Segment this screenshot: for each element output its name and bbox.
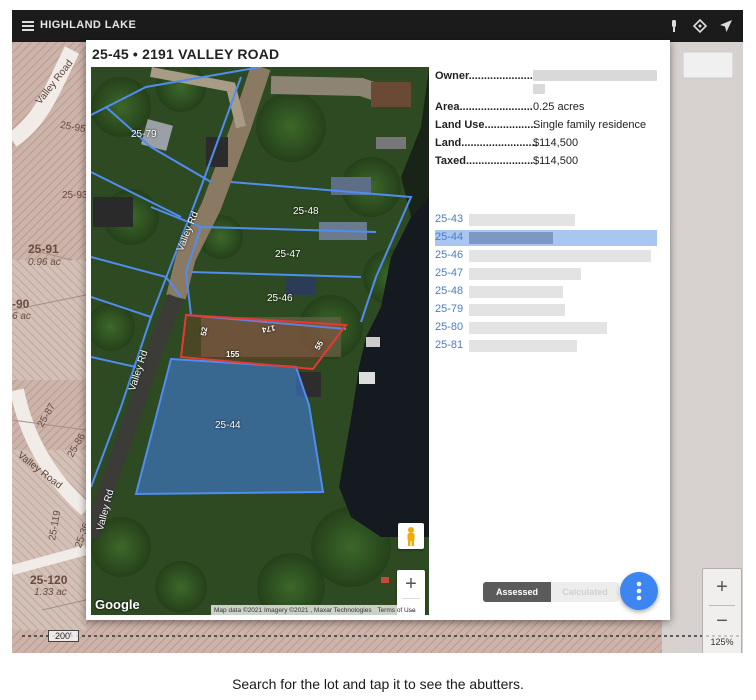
scale-label: 200': [48, 630, 79, 642]
abutter-name-redacted: [469, 268, 581, 280]
zoom-in-button[interactable]: +: [703, 577, 741, 597]
abutter-id-link[interactable]: 25-81: [435, 339, 463, 351]
detail-value: Single family residence: [533, 119, 647, 131]
abutter-item[interactable]: 25-43: [435, 212, 657, 228]
lot-detail-card: 25-45 • 2191 VALLEY ROAD 25-79 25-48 25-…: [86, 40, 670, 620]
abutter-item[interactable]: 25-81: [435, 338, 657, 354]
aerial-lot-label: 25-44: [215, 420, 241, 431]
zoom-percent: 125%: [710, 637, 734, 647]
app-top-bar: HIGHLAND LAKE: [12, 10, 743, 42]
abutter-name-redacted: [469, 286, 563, 298]
background-lot-area: 0.96 ac: [28, 257, 61, 268]
caption-text: Search for the lot and tap it to see the…: [232, 676, 524, 692]
assessed-calculated-toggle: Assessed Calculated: [483, 582, 619, 602]
background-lot-label: 25-91: [28, 242, 59, 256]
aerial-lot-label: 25-46: [267, 293, 293, 304]
background-lot-area: 1.33 ac: [34, 587, 67, 598]
abutter-name-redacted: [469, 304, 565, 316]
abutter-item[interactable]: 25-46: [435, 248, 657, 264]
abutter-item-selected[interactable]: 25-44: [435, 230, 657, 246]
attribution-text: Map data ©2021 Imagery ©2021 , Maxar Tec…: [214, 607, 372, 614]
abutter-id-link[interactable]: 25-44: [435, 231, 463, 243]
detail-key: Owner.......................: [435, 70, 539, 82]
detail-key: Taxed......................: [435, 155, 534, 167]
aerial-zoom-in-button[interactable]: +: [397, 573, 425, 595]
zoom-out-button[interactable]: −: [703, 611, 741, 631]
background-zoom-control: + − 125%: [702, 568, 742, 653]
abutter-name-redacted: [469, 322, 607, 334]
pin-icon[interactable]: [666, 18, 682, 34]
detail-value: $114,500: [533, 155, 579, 167]
detail-value: 0.25 acres: [533, 101, 585, 113]
background-lot-label: 25-93: [62, 190, 88, 201]
google-logo: Google: [95, 597, 140, 612]
abutter-id-link[interactable]: 25-46: [435, 249, 463, 261]
lot-title: 25-45 • 2191 VALLEY ROAD: [92, 46, 280, 62]
locate-icon[interactable]: [692, 18, 708, 34]
abutter-id-link[interactable]: 25-47: [435, 267, 463, 279]
lot-dimension-label: 155: [226, 350, 240, 359]
more-vert-icon: [636, 581, 642, 601]
terms-of-use-link[interactable]: Terms of Use: [377, 607, 415, 614]
zoom-divider: [709, 605, 735, 606]
abutter-name-redacted: [469, 340, 577, 352]
street-view-pegman-button[interactable]: [398, 523, 424, 549]
detail-key: Land.........................: [435, 137, 538, 149]
abutter-name-redacted: [469, 250, 651, 262]
abutter-name-redacted: [469, 214, 575, 226]
abutter-item[interactable]: 25-79: [435, 302, 657, 318]
zoom-divider: [402, 598, 420, 599]
pegman-icon: [407, 527, 415, 546]
assessed-toggle-option[interactable]: Assessed: [483, 582, 551, 602]
abutter-item[interactable]: 25-80: [435, 320, 657, 336]
aerial-imagery[interactable]: [91, 67, 429, 615]
aerial-lot-label: 25-79: [131, 129, 157, 140]
more-options-fab[interactable]: [620, 572, 658, 610]
detail-key: Area........................: [435, 101, 533, 113]
abutter-name-redacted: [469, 232, 553, 244]
calculated-toggle-option[interactable]: Calculated: [551, 582, 619, 602]
detail-value: $114,500: [533, 137, 579, 149]
lot-dimension-label: 52: [199, 326, 210, 337]
abutter-id-link[interactable]: 25-79: [435, 303, 463, 315]
abutter-item[interactable]: 25-48: [435, 284, 657, 300]
abutter-item[interactable]: 25-47: [435, 266, 657, 282]
map-attribution: Map data ©2021 Imagery ©2021 , Maxar Tec…: [211, 605, 423, 615]
scale-dashes: [22, 635, 742, 637]
abutter-id-link[interactable]: 25-43: [435, 213, 463, 225]
background-lot-area: 6 ac: [12, 311, 31, 322]
aerial-lot-label: 25-48: [293, 206, 319, 217]
menu-icon[interactable]: [20, 18, 36, 34]
abutter-id-link[interactable]: 25-48: [435, 285, 463, 297]
abutter-id-link[interactable]: 25-80: [435, 321, 463, 333]
map-scale-bar: 200': [22, 630, 742, 642]
navigate-icon[interactable]: [718, 18, 734, 34]
app-title: HIGHLAND LAKE: [40, 19, 137, 31]
background-lot-label: 25-120: [30, 573, 68, 587]
background-lot-label: -90: [12, 297, 30, 311]
aerial-map[interactable]: 25-79 25-48 25-47 25-46 25-44 155 174 55…: [91, 67, 429, 615]
aerial-lot-label: 25-47: [275, 249, 301, 260]
detail-key: Land Use.................: [435, 119, 537, 131]
owner-name-redacted: [533, 70, 657, 84]
